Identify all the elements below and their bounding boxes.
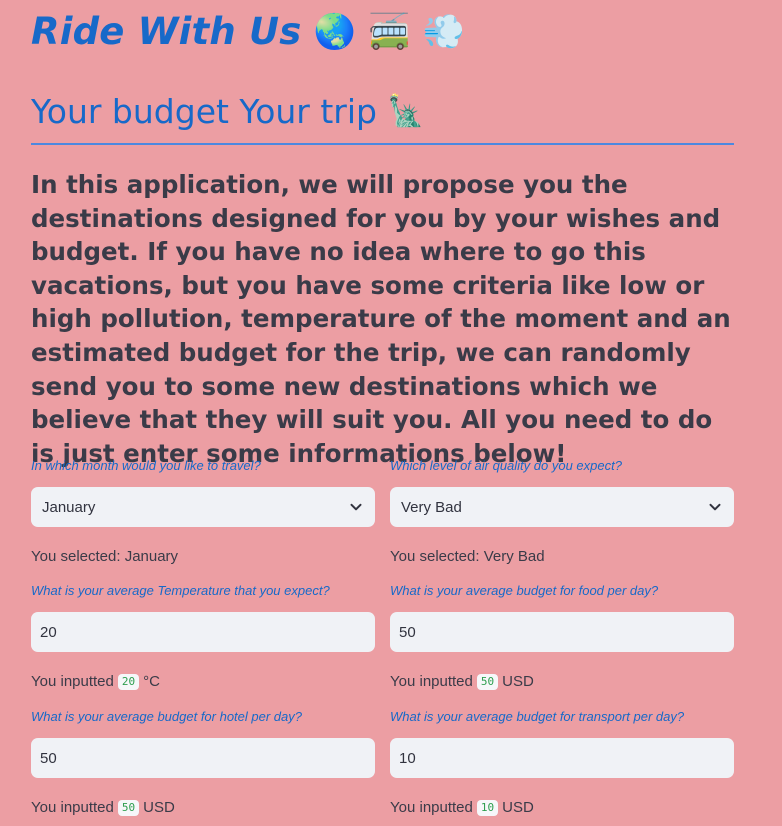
intro-text: In this application, we will propose you… (31, 170, 731, 468)
air-quality-select[interactable]: Very Bad (390, 487, 734, 527)
chevron-down-icon (709, 503, 721, 511)
food-field: What is your average budget for food per… (390, 582, 734, 692)
section-header-text: Your budget Your trip (31, 92, 377, 131)
month-note: You selected: January (31, 547, 375, 567)
air-quality-field: Which level of air quality do you expect… (390, 457, 734, 567)
temperature-note-value: 20 (117, 674, 140, 690)
food-label: What is your average budget for food per… (390, 583, 659, 598)
transport-field: What is your average budget for transpor… (390, 708, 734, 818)
app-title: Ride With Us 🌏 🚎 💨 (31, 10, 465, 53)
temperature-note: You inputted 20 °C (31, 672, 375, 692)
temperature-note-unit: °C (143, 673, 160, 690)
air-quality-note: You selected: Very Bad (390, 547, 734, 567)
transport-note: You inputted 10 USD (390, 798, 734, 818)
food-input-value: 50 (399, 623, 416, 641)
hotel-note-unit: USD (143, 799, 175, 816)
air-quality-label: Which level of air quality do you expect… (390, 458, 622, 473)
header-divider (31, 143, 734, 145)
food-note-unit: USD (502, 673, 534, 690)
hotel-field: What is your average budget for hotel pe… (31, 708, 375, 818)
trolleybus-icon: 🚎 (368, 11, 411, 52)
month-note-value: January (124, 548, 179, 565)
air-quality-note-prefix: You selected: (390, 548, 484, 565)
transport-label: What is your average budget for transpor… (390, 709, 685, 724)
temperature-field: What is your average Temperature that yo… (31, 582, 375, 692)
transport-note-value: 10 (476, 800, 499, 816)
chevron-down-icon (350, 503, 362, 511)
hotel-note-prefix: You inputted (31, 799, 114, 816)
air-quality-select-value: Very Bad (401, 498, 462, 516)
hotel-note: You inputted 50 USD (31, 798, 375, 818)
dash-icon: 💨 (422, 11, 466, 52)
air-quality-note-value: Very Bad (483, 548, 545, 565)
hotel-input[interactable]: 50 (31, 738, 375, 778)
temperature-input-value: 20 (40, 623, 57, 641)
month-select-value: January (42, 498, 96, 516)
month-select[interactable]: January (31, 487, 375, 527)
statue-of-liberty-icon: 🗽 (386, 93, 425, 129)
globe-icon: 🌏 (313, 11, 357, 52)
temperature-label: What is your average Temperature that yo… (31, 583, 330, 598)
food-note-value: 50 (476, 674, 499, 690)
month-label: In which month would you like to travel? (31, 458, 261, 473)
hotel-input-value: 50 (40, 749, 57, 767)
section-header: Your budget Your trip 🗽 (31, 92, 734, 131)
temperature-input[interactable]: 20 (31, 612, 375, 652)
transport-note-prefix: You inputted (390, 799, 473, 816)
food-note-prefix: You inputted (390, 673, 473, 690)
transport-note-unit: USD (502, 799, 534, 816)
food-note: You inputted 50 USD (390, 672, 734, 692)
month-field: In which month would you like to travel?… (31, 457, 375, 567)
hotel-label: What is your average budget for hotel pe… (31, 709, 302, 724)
hotel-note-value: 50 (117, 800, 140, 816)
transport-input-value: 10 (399, 749, 416, 767)
app-title-text: Ride With Us (31, 10, 302, 53)
month-note-prefix: You selected: (31, 548, 125, 565)
temperature-note-prefix: You inputted (31, 673, 114, 690)
transport-input[interactable]: 10 (390, 738, 734, 778)
food-input[interactable]: 50 (390, 612, 734, 652)
